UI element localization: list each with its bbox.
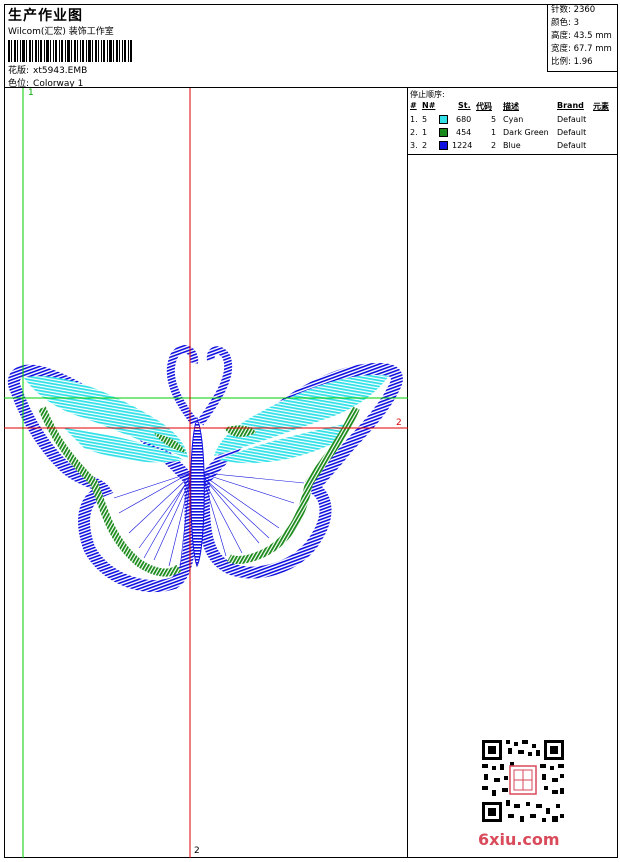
qr-code [480, 738, 566, 824]
barcode [8, 40, 132, 62]
header: 生产作业图 Wilcom(汇宏) 装饰工作室 花版: xt5943.EMB 色位… [4, 4, 618, 89]
stat-height: 高度: 43.5 mm [551, 31, 612, 41]
color-swatch [439, 128, 448, 137]
color-swatch [439, 141, 448, 150]
table-row: 3. 2 1224 2 Blue Default [410, 141, 587, 150]
col-header-element: 元素 [593, 102, 609, 111]
butterfly-body [190, 416, 205, 568]
stat-stitches: 针数: 2360 [551, 5, 596, 15]
table-row: 1. 5 680 5 Cyan Default [410, 115, 587, 124]
design-file: 花版: xt5943.EMB [8, 63, 87, 76]
design-value: xt5943.EMB [33, 66, 88, 76]
watermark: 6xiu.com [478, 830, 560, 849]
table-row: 2. 1 454 1 Dark Green Default [410, 128, 587, 137]
design-canvas: 1 2 2 [4, 88, 408, 858]
design-stats: 针数: 2360 颜色: 3 高度: 43.5 mm 宽度: 67.7 mm 比… [547, 4, 618, 72]
stat-width: 宽度: 67.7 mm [551, 44, 612, 54]
col-header-code: 代码 [476, 102, 492, 111]
stop-sequence-table: 停止顺序: # N# St. 代码 描述 Brand 元素 1. 5 680 5… [408, 88, 618, 155]
page-title: 生产作业图 [8, 8, 83, 24]
butterfly-design [4, 88, 408, 858]
axis-label-red-right: 2 [396, 418, 402, 428]
axis-label-red-bottom: 2 [194, 846, 200, 856]
antennae [166, 345, 233, 426]
stat-colors: 颜色: 3 [551, 18, 579, 28]
color-swatch [439, 115, 448, 124]
company-name: Wilcom(汇宏) 装饰工作室 [8, 27, 114, 37]
stat-scale: 比例: 1.96 [551, 57, 593, 67]
design-label: 花版: [8, 66, 30, 76]
col-header-n: N# [422, 101, 436, 110]
col-header-index: # [410, 101, 417, 110]
col-header-brand: Brand [557, 101, 584, 110]
stop-sequence-title: 停止顺序: [410, 90, 445, 99]
col-header-description: 描述 [503, 102, 519, 111]
axis-label-green-top: 1 [28, 88, 34, 98]
col-header-stitches: St. [458, 101, 471, 110]
